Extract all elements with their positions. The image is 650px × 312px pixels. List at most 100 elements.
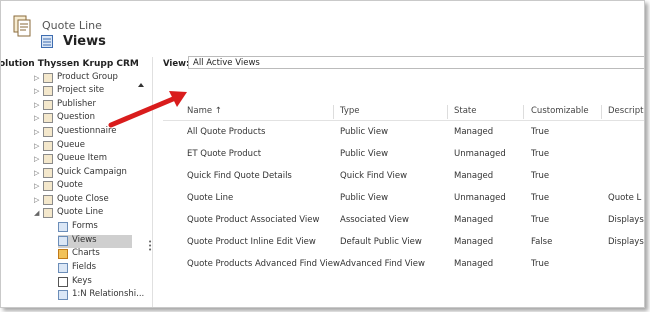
sidebar-item-label: Quote Close	[57, 194, 109, 204]
cell-type: Advanced Find View	[340, 259, 425, 269]
expand-arrow-icon[interactable]: ▷	[34, 196, 39, 204]
cell-customizable: True	[531, 193, 550, 203]
sidebar-item-label: Project site	[57, 85, 105, 95]
column-header-name[interactable]: Name ↑	[187, 103, 222, 120]
cell-name: All Quote Products	[187, 127, 266, 137]
entity-icon	[43, 181, 53, 191]
table-row[interactable]: ET Quote Product Public View Unmanaged T…	[163, 143, 644, 165]
sidebar-child-label: Forms	[72, 221, 98, 231]
table-row[interactable]: Quote Line Public View Unmanaged True Qu…	[163, 187, 644, 209]
column-header-state[interactable]: State	[454, 103, 477, 120]
sidebar-child-views[interactable]: Views	[58, 235, 132, 248]
cell-customizable: False	[531, 237, 553, 247]
entity-icon	[43, 113, 53, 123]
fields-icon	[58, 263, 68, 273]
sidebar-item-label: Queue Item	[57, 153, 107, 163]
cell-state: Managed	[454, 215, 494, 225]
views-icon	[41, 35, 53, 48]
cell-description: Displays	[608, 215, 644, 225]
table-row[interactable]: Quote Product Inline Edit View Default P…	[163, 231, 644, 253]
expand-arrow-icon[interactable]: ▷	[34, 87, 39, 95]
sidebar-child-fields[interactable]: Fields	[58, 262, 132, 275]
cell-name: ET Quote Product	[187, 149, 262, 159]
expand-arrow-icon[interactable]: ▷	[34, 74, 39, 82]
expand-arrow-icon[interactable]: ▷	[34, 169, 39, 177]
column-header-type[interactable]: Type	[340, 103, 360, 120]
column-divider[interactable]	[601, 105, 602, 119]
entity-icon	[43, 127, 53, 137]
cell-name: Quote Product Associated View	[187, 215, 320, 225]
expand-arrow-icon[interactable]: ▷	[34, 128, 39, 136]
sidebar-child-relationships[interactable]: 1:N Relationshi...	[58, 289, 144, 302]
cell-state: Managed	[454, 237, 494, 247]
cell-customizable: True	[531, 259, 550, 269]
expand-arrow-icon[interactable]: ▷	[34, 101, 39, 109]
entity-icon	[43, 141, 53, 151]
cell-state: Managed	[454, 127, 494, 137]
cell-type: Default Public View	[340, 237, 422, 247]
table-row[interactable]: Quote Products Advanced Find View Advanc…	[163, 253, 644, 275]
view-label: View:	[163, 59, 190, 69]
sidebar-item-label: Quick Campaign	[57, 167, 127, 177]
cell-type: Public View	[340, 127, 389, 137]
table-row[interactable]: Quick Find Quote Details Quick Find View…	[163, 165, 644, 187]
sidebar-item-label: Quote	[57, 180, 83, 190]
crm-window: Quote Line Views olution Thyssen Krupp C…	[0, 0, 645, 308]
page-title: Views	[63, 34, 106, 49]
column-divider[interactable]	[447, 105, 448, 119]
collapse-arrow-icon[interactable]: ◢	[34, 209, 39, 217]
cell-state: Managed	[454, 259, 494, 269]
table-row[interactable]: All Quote Products Public View Managed T…	[163, 121, 644, 143]
column-divider[interactable]	[333, 105, 334, 119]
sidebar-child-label: Charts	[72, 248, 100, 258]
sidebar-child-keys[interactable]: Keys	[58, 276, 132, 289]
page-header: Quote Line Views	[1, 1, 644, 57]
expand-arrow-icon[interactable]: ▷	[34, 182, 39, 190]
entity-icon	[43, 100, 53, 110]
expand-arrow-icon[interactable]: ▷	[34, 142, 39, 150]
sidebar-child-label: Keys	[72, 276, 92, 286]
cell-type: Public View	[340, 193, 389, 203]
view-dropdown[interactable]: All Active Views	[188, 56, 644, 69]
cell-type: Public View	[340, 149, 389, 159]
cell-customizable: True	[531, 149, 550, 159]
expand-arrow-icon[interactable]: ▷	[34, 114, 39, 122]
cell-name: Quote Line	[187, 193, 234, 203]
cell-state: Unmanaged	[454, 193, 506, 203]
cell-type: Quick Find View	[340, 171, 408, 181]
sidebar-child-label: Views	[72, 235, 97, 245]
sidebar-child-label: 1:N Relationshi...	[72, 289, 145, 299]
column-divider[interactable]	[523, 105, 524, 119]
sidebar-child-forms[interactable]: Forms	[58, 221, 132, 234]
charts-icon	[58, 249, 68, 259]
sidebar-item-label: Queue	[57, 140, 85, 150]
sidebar-child-charts[interactable]: Charts	[58, 248, 132, 261]
document-entity-icon	[13, 15, 31, 37]
entity-icon	[43, 208, 53, 218]
cell-state: Unmanaged	[454, 149, 506, 159]
entity-icon	[43, 195, 53, 205]
red-annotation-arrow-icon	[108, 91, 187, 128]
entity-icon	[43, 86, 53, 96]
column-header-description[interactable]: Descripti	[608, 103, 644, 120]
table-row[interactable]: Quote Product Associated View Associated…	[163, 209, 644, 231]
cell-name: Quote Products Advanced Find View	[187, 259, 340, 269]
cell-name: Quick Find Quote Details	[187, 171, 292, 181]
entity-icon	[43, 168, 53, 178]
column-header-customizable[interactable]: Customizable	[531, 103, 589, 120]
solution-title: olution Thyssen Krupp CRM	[0, 59, 139, 69]
sidebar-item-label: Publisher	[57, 99, 97, 109]
cell-customizable: True	[531, 171, 550, 181]
entity-icon	[43, 154, 53, 164]
entity-icon	[43, 73, 53, 83]
expand-arrow-icon[interactable]: ▷	[34, 155, 39, 163]
entity-name: Quote Line	[42, 19, 102, 32]
cell-name: Quote Product Inline Edit View	[187, 237, 316, 247]
cell-description: Displays	[608, 237, 644, 247]
forms-icon	[58, 222, 68, 232]
splitter-grip-icon[interactable]: • • •	[148, 239, 152, 254]
views-icon	[58, 236, 68, 246]
sidebar-item-label: Question	[57, 112, 96, 122]
keys-icon	[58, 277, 68, 287]
sidebar-item-label: Quote Line	[57, 207, 104, 217]
